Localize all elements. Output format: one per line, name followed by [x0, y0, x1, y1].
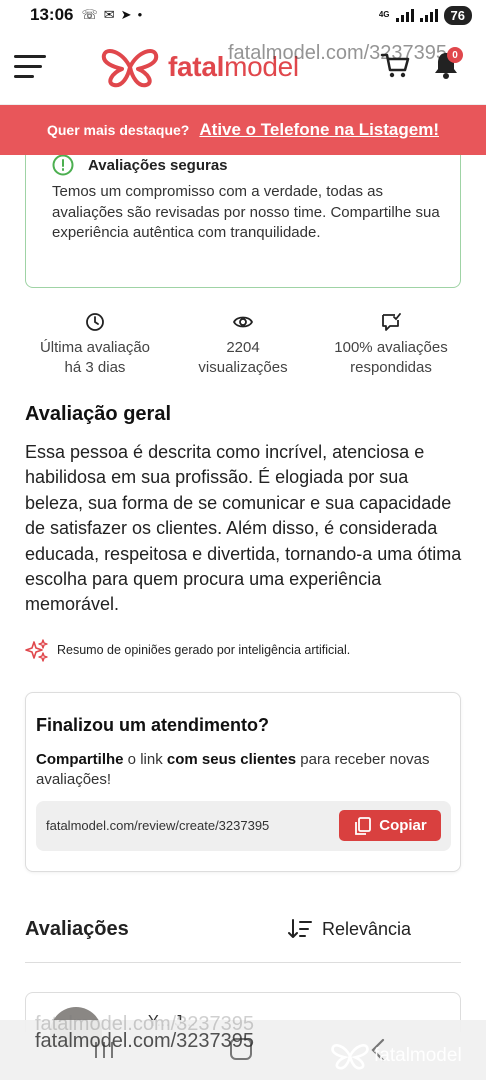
copy-link-button[interactable]: Copiar: [339, 810, 441, 841]
stat-value: 2204: [226, 339, 260, 356]
review-link-box: fatalmodel.com/review/create/3237395 Cop…: [36, 801, 451, 851]
telegram-icon: ➤: [120, 7, 132, 22]
cart-button[interactable]: [380, 50, 410, 80]
status-time: 13:06: [30, 5, 74, 24]
share-review-card: Finalizou um atendimento? Compartilhe o …: [25, 692, 461, 872]
app-header: fatalmodel fatalmodel.com/3237395 0: [0, 30, 486, 105]
copy-button-label: Copiar: [379, 817, 427, 834]
status-bar: 13:06 ☏ ✉ ➤ • 4G 76: [0, 0, 486, 30]
watermark-url: fatalmodel.com/3237395: [228, 42, 448, 64]
stat-views: 2204 visualizações: [173, 312, 313, 378]
watermark-url-bottom: fatalmodel.com/3237395: [35, 1030, 255, 1052]
stats-row: Última avaliação há 3 dias 2204 visualiz…: [25, 312, 461, 378]
watermark-logo-text: fatalmodel: [374, 1045, 462, 1066]
menu-button[interactable]: [14, 55, 46, 79]
share-card-description: Compartilhe o link com seus clientes par…: [36, 751, 430, 788]
clock-icon: [86, 313, 104, 331]
sort-label: Relevância: [322, 918, 412, 939]
copy-icon: [355, 816, 372, 835]
sort-button[interactable]: Relevância: [288, 918, 411, 940]
ai-summary-note: Resumo de opiniões gerado por inteligênc…: [25, 638, 350, 662]
dot-icon: •: [137, 7, 143, 22]
promo-text-overlay: Quer mais destaque?: [46, 122, 190, 138]
battery-indicator: 76: [443, 5, 472, 25]
cart-icon: [380, 53, 410, 78]
safe-reviews-header: Avaliações seguras: [52, 154, 228, 176]
sparkle-icon: [25, 639, 48, 662]
shield-check-icon: [52, 154, 74, 176]
chat-icon: ✉: [103, 7, 115, 22]
chat-check-icon: [382, 313, 401, 331]
eye-icon: [233, 316, 253, 328]
safe-reviews-body: Temos um compromisso com a verdade, toda…: [52, 183, 440, 241]
stat-label: Última avaliação: [39, 339, 151, 356]
butterfly-watermark-icon: [331, 1044, 369, 1070]
network-label: 4G: [378, 10, 390, 19]
stat-value: há 3 dias: [64, 359, 126, 376]
safe-reviews-title: Avaliações seguras: [88, 156, 228, 174]
signal-icon-2: [419, 8, 438, 22]
stat-responded: 100% avaliações respondidas: [321, 312, 461, 378]
status-right: 4G 76: [378, 5, 472, 25]
promo-link-overlay[interactable]: Ative o Telefone na Listagem!: [199, 120, 439, 140]
whatsapp-icon: ☏: [81, 7, 98, 22]
review-link-text[interactable]: fatalmodel.com/review/create/3237395: [46, 818, 269, 833]
stat-last-review: Última avaliação há 3 dias: [25, 312, 165, 378]
reviews-section-title: Avaliações: [25, 918, 129, 940]
status-notification-icons: ☏ ✉ ➤ •: [81, 7, 142, 23]
stat-value: 100% avaliações: [334, 339, 448, 356]
stat-label: respondidas: [350, 359, 432, 376]
overall-review-text: Essa pessoa é descrita como incrível, at…: [25, 442, 462, 615]
signal-icon: [395, 8, 414, 22]
overall-review-title: Avaliação geral: [25, 403, 172, 425]
safe-reviews-card: Avaliações seguras Temos um compromisso …: [25, 140, 461, 288]
watermark-logo: fatalmodel: [330, 1040, 462, 1072]
share-card-title: Finalizou um atendimento?: [36, 715, 269, 735]
promo-banner-overlay: Quer mais destaque? Ative o Telefone na …: [0, 105, 486, 155]
menu-icon: [14, 55, 46, 58]
butterfly-logo-icon: [101, 49, 159, 88]
divider: [25, 962, 461, 963]
ai-summary-text: Resumo de opiniões gerado por inteligênc…: [57, 643, 351, 657]
notification-badge: 0: [447, 47, 463, 63]
stat-label: visualizações: [198, 359, 288, 376]
sort-icon: [288, 919, 312, 938]
